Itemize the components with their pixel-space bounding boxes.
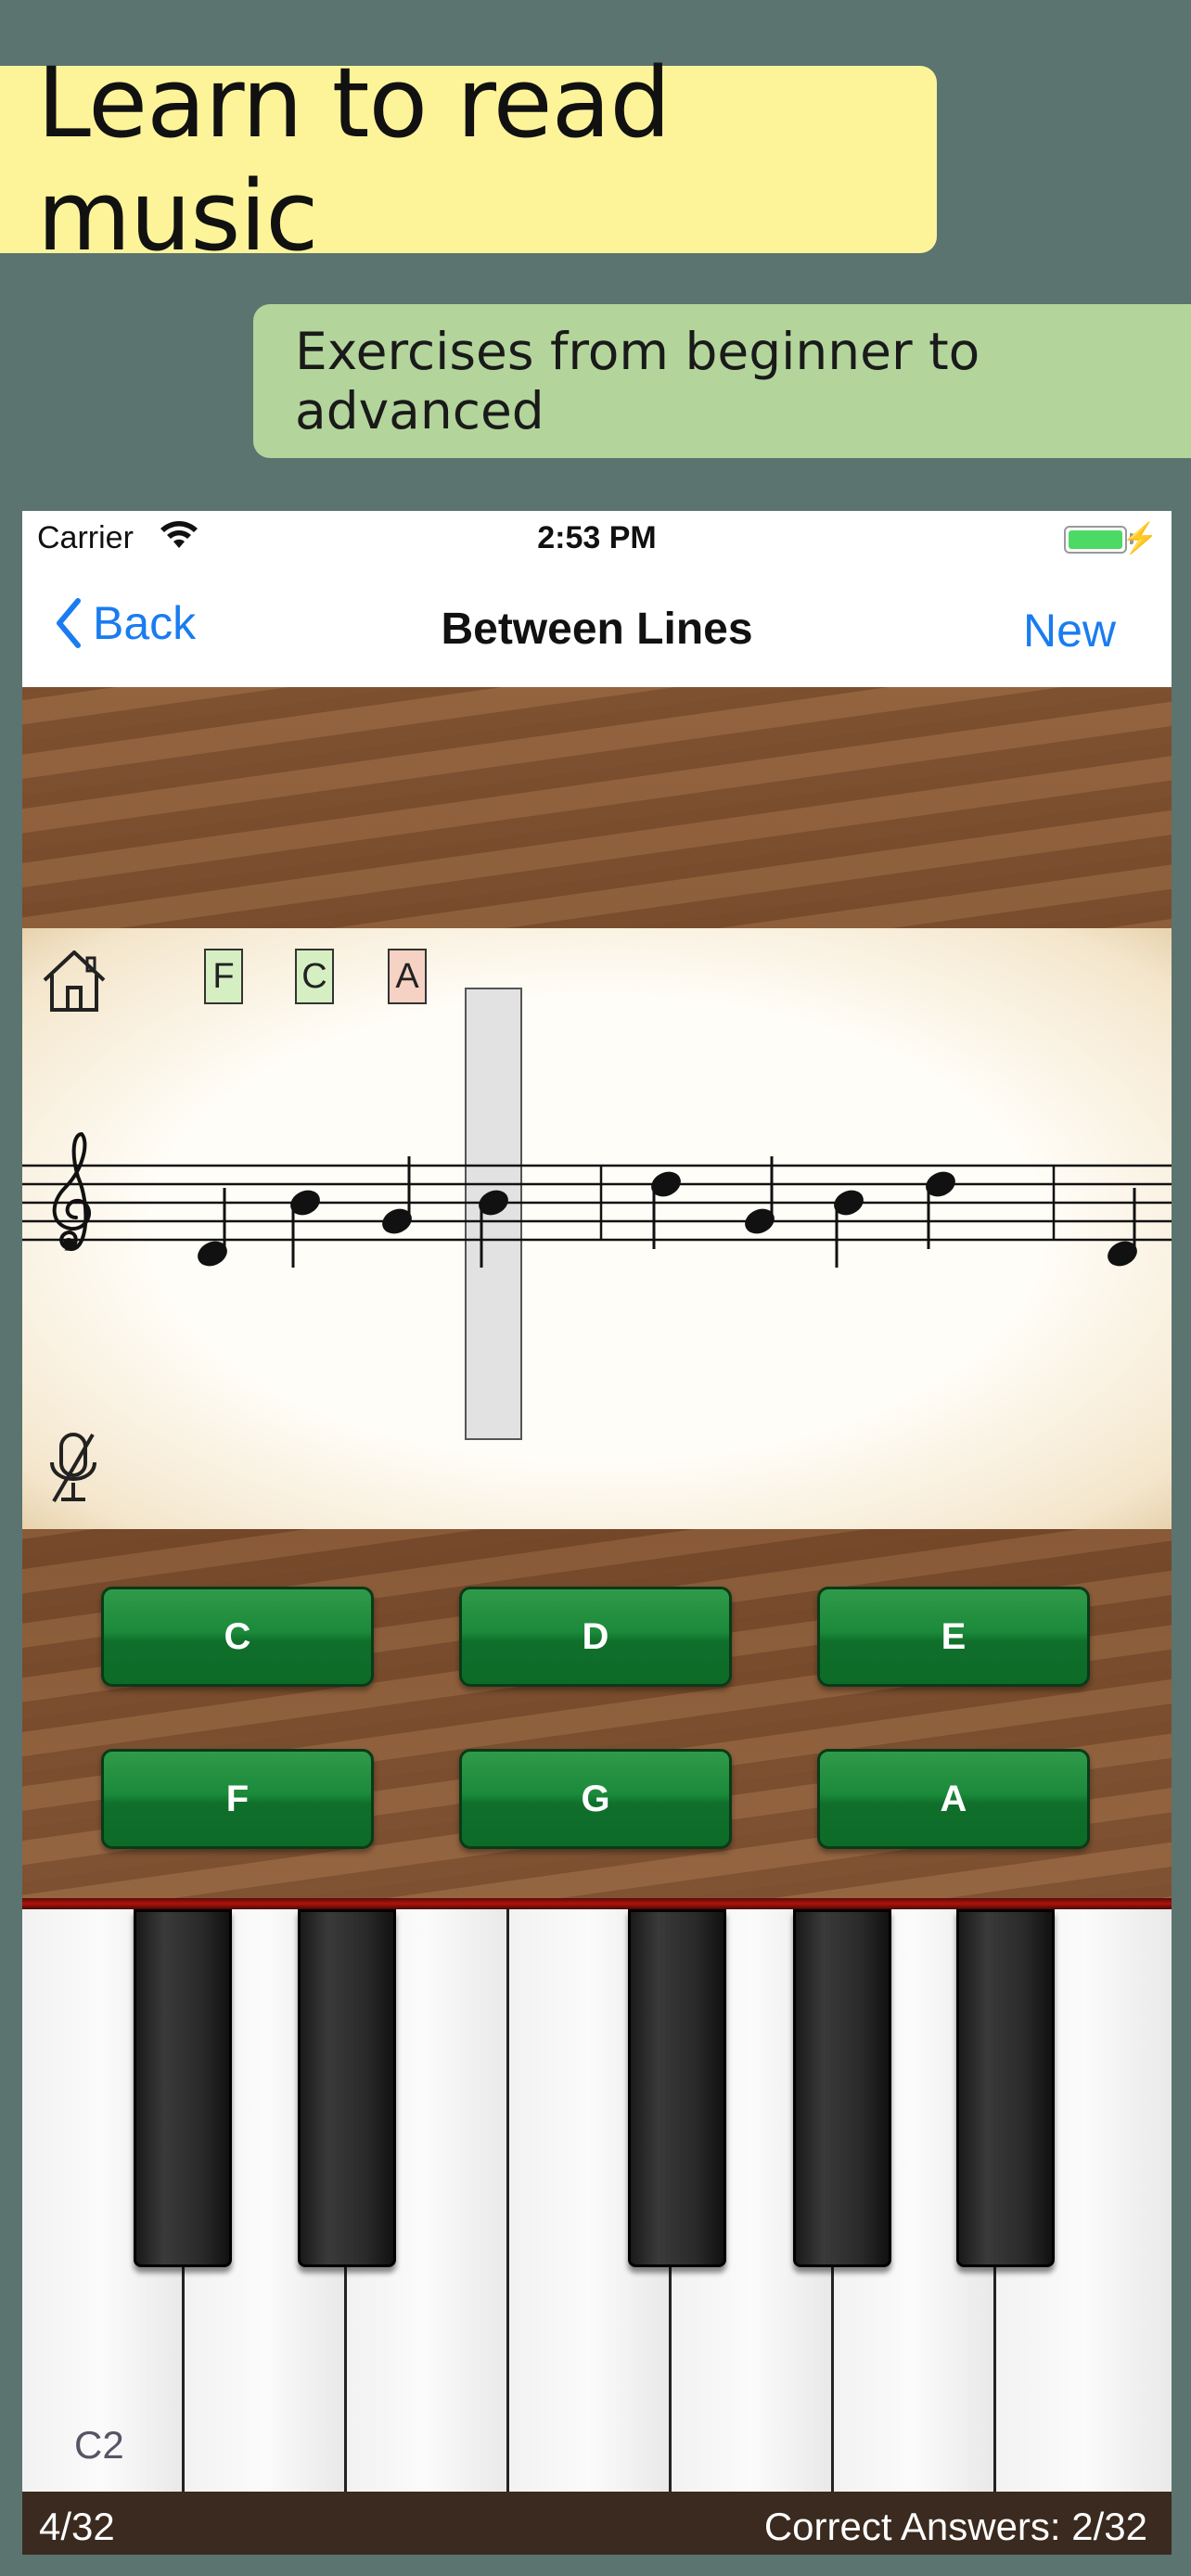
phone-screen: Carrier 2:53 PM ⚡ Back Between Lines New <box>22 511 1172 2555</box>
answer-button-e[interactable]: E <box>817 1587 1090 1687</box>
piano-key-c-sharp[interactable] <box>134 1909 232 2267</box>
answer-button-c[interactable]: C <box>101 1587 374 1687</box>
page-title: Between Lines <box>441 605 753 654</box>
status-time: 2:53 PM <box>537 520 657 555</box>
charging-icon: ⚡ <box>1121 521 1159 555</box>
piano-key-d-sharp[interactable] <box>298 1909 396 2267</box>
music-staff <box>22 1131 1172 1268</box>
answer-button-g[interactable]: G <box>459 1749 732 1849</box>
promo-subline-banner: Exercises from beginner to advanced <box>253 304 1191 458</box>
piano-key-g-sharp[interactable] <box>793 1909 891 2267</box>
microphone-off-icon[interactable] <box>45 1431 102 1507</box>
answer-button-f[interactable]: F <box>101 1749 374 1849</box>
promo-headline: Learn to read music <box>37 46 671 273</box>
correct-answers: Correct Answers: 2/32 <box>763 2505 1147 2548</box>
progress-footer: 4/32 Correct Answers: 2/32 <box>22 2492 1172 2555</box>
answer-button-a[interactable]: A <box>817 1749 1090 1849</box>
piano-keyboard <box>22 1898 1172 2492</box>
answer-button-d[interactable]: D <box>459 1587 732 1687</box>
navigation-bar: Back Between Lines New <box>22 567 1172 687</box>
music-sheet: F C A <box>22 928 1172 1529</box>
keyboard-felt <box>22 1898 1172 1909</box>
piano-key-a-sharp[interactable] <box>956 1909 1055 2267</box>
promo-headline-banner: Learn to read music <box>0 46 937 273</box>
battery-icon <box>1064 526 1127 554</box>
treble-clef-icon <box>52 1131 91 1251</box>
piano-key-f-sharp[interactable] <box>628 1909 726 2267</box>
status-bar: Carrier 2:53 PM ⚡ <box>22 511 1172 567</box>
progress-count: 4/32 <box>39 2505 115 2548</box>
promo-subline: Exercises from beginner to advanced <box>295 322 980 440</box>
new-button[interactable]: New <box>1023 604 1116 657</box>
octave-label: C2 <box>74 2423 124 2467</box>
